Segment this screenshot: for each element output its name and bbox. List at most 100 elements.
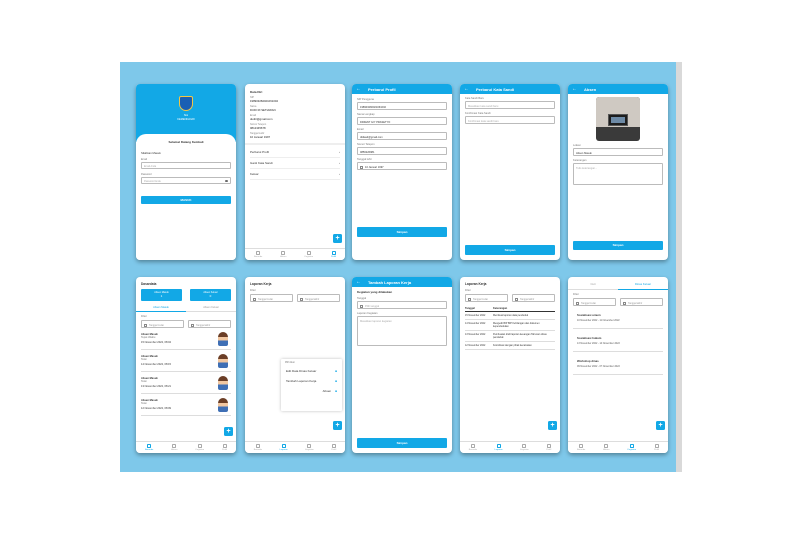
tab-dinas-keluar[interactable]: Dinas Keluar bbox=[618, 282, 668, 290]
date-to-input[interactable]: Tanggal akhir bbox=[620, 298, 663, 306]
nav-kegiatan[interactable]: Kegiatan bbox=[305, 444, 314, 451]
row-date: 15 November 2022 bbox=[465, 314, 486, 317]
calendar-icon bbox=[191, 323, 194, 327]
user-icon bbox=[331, 444, 336, 449]
list-item[interactable]: Absen Masuk Tepat Waktu 15 November 2022, … bbox=[141, 331, 231, 350]
nav-laporan[interactable]: Laporan bbox=[495, 444, 503, 451]
save-button[interactable]: Simpan bbox=[573, 241, 663, 250]
save-button[interactable]: Simpan bbox=[465, 245, 555, 255]
nav-home[interactable]: Beranda bbox=[254, 444, 262, 451]
table-row[interactable]: 13 November 2022 Pembuatan draft laporan … bbox=[465, 331, 555, 342]
nav-label: Kegiatan bbox=[195, 448, 205, 451]
date-from-input[interactable]: Tanggal mulai bbox=[465, 294, 508, 302]
add-laporan-screen: ← Tambah Laporan Kerja Kegiatan yang dila… bbox=[352, 277, 452, 453]
back-arrow-icon[interactable]: ← bbox=[356, 86, 368, 92]
password-input[interactable]: Password Anda bbox=[141, 177, 231, 184]
menu-logout[interactable]: Keluar › bbox=[250, 169, 340, 180]
phone-input[interactable]: 0856226981 bbox=[357, 147, 447, 155]
nav-profil[interactable]: Profil bbox=[546, 444, 551, 451]
add-button[interactable]: + bbox=[656, 421, 665, 430]
new-password-input[interactable]: Masukkan kata sandi baru bbox=[465, 101, 555, 109]
table-row[interactable]: 14 November 2022 Mengedit BIP BIP Kehilan… bbox=[465, 320, 555, 331]
date-input[interactable]: Pilih tanggal bbox=[357, 301, 447, 309]
back-arrow-icon[interactable]: ← bbox=[356, 279, 368, 285]
nav-kegiatan[interactable]: Kegiatan bbox=[304, 251, 313, 258]
action-add-laporan[interactable]: Tambah Laporan Kerja ■ bbox=[286, 376, 337, 386]
absen-keluar-card[interactable]: Absen Keluar 0 bbox=[190, 289, 231, 301]
home-icon bbox=[579, 444, 584, 449]
login-button[interactable]: MASUK bbox=[141, 196, 231, 204]
location-input[interactable]: Absen Masuk bbox=[573, 148, 663, 156]
table-row[interactable]: 12 November 2022 Koordinasi dengan pihak … bbox=[465, 342, 555, 350]
action-absen[interactable]: Absen ■ bbox=[286, 386, 337, 396]
nav-profil[interactable]: Profil bbox=[654, 444, 659, 451]
edit-profile-screen: ← Perbarui Profil NIP Pengguna 1989032820… bbox=[352, 84, 452, 260]
eye-icon[interactable] bbox=[225, 180, 228, 182]
save-button[interactable]: Simpan bbox=[357, 438, 447, 448]
change-password-screen: ← Perbarui Kata Sandi Kata Sandi Baru Mas… bbox=[460, 84, 560, 260]
list-item[interactable]: Absen Masuk Telat 12 November 2022, 08:09 bbox=[141, 397, 231, 416]
tab-cuti[interactable]: Cuti bbox=[568, 282, 618, 290]
nav-absen[interactable]: Absen bbox=[171, 444, 177, 451]
nav-kegiatan[interactable]: Kegiatan bbox=[195, 444, 204, 451]
tab-absen-masuk[interactable]: Absen Masuk bbox=[136, 306, 186, 312]
list-item[interactable]: Absen Masuk Telat 13 November 2022, 08:21 bbox=[141, 375, 231, 394]
login-welcome: Selamat Datang Kembali bbox=[168, 140, 204, 144]
desc-input[interactable]: Masukkan laporan kegiatan bbox=[357, 316, 447, 346]
nip-input[interactable]: 198903282021061002 bbox=[357, 102, 447, 110]
date-from-placeholder: Tanggal mulai bbox=[258, 297, 273, 301]
date-to-input[interactable]: Tanggal akhir bbox=[297, 294, 340, 302]
date-from-input[interactable]: Tanggal mulai bbox=[250, 294, 293, 302]
add-button[interactable]: + bbox=[333, 234, 342, 243]
email-label: Email bbox=[141, 158, 147, 161]
email-input[interactable]: Email Anda bbox=[141, 162, 231, 169]
note-input[interactable]: Tulis keterangan... bbox=[573, 163, 663, 185]
save-button[interactable]: Simpan bbox=[357, 227, 447, 237]
nav-kegiatan[interactable]: Kegiatan bbox=[627, 444, 636, 451]
list-item[interactable]: Workshop dinas 09 November 2022 - 07 Nove… bbox=[573, 356, 663, 375]
menu-edit-profile[interactable]: Perbarui Profil › bbox=[250, 147, 340, 158]
back-arrow-icon[interactable]: ← bbox=[572, 86, 584, 92]
date-from-input[interactable]: Tanggal mulai bbox=[573, 298, 616, 306]
list-item[interactable]: Sosialisasi hukum 13 November 2022 - 14 N… bbox=[573, 333, 663, 352]
list-item[interactable]: Absen Masuk Telat 14 November 2022, 08:15 bbox=[141, 353, 231, 372]
back-arrow-icon[interactable]: ← bbox=[464, 86, 476, 92]
bottom-nav: Beranda Absen Kegiatan Profil bbox=[568, 441, 668, 453]
date-from-input[interactable]: Tanggal mulai bbox=[141, 320, 184, 328]
nav-profil[interactable]: Profil bbox=[222, 444, 227, 451]
nav-kegiatan[interactable]: Kegiatan bbox=[520, 444, 529, 451]
date-to-input[interactable]: Tanggal akhir bbox=[188, 320, 231, 328]
add-button[interactable]: + bbox=[224, 427, 233, 436]
tab-absen-keluar[interactable]: Absen Keluar bbox=[186, 306, 236, 312]
briefcase-icon bbox=[306, 251, 311, 256]
nav-profil[interactable]: Profil bbox=[331, 251, 336, 258]
edit-icon: ■ bbox=[335, 369, 337, 373]
table-row[interactable]: 15 November 2022 Membuat laporan data pen… bbox=[465, 312, 555, 320]
nav-home[interactable]: Beranda bbox=[469, 444, 477, 451]
menu-change-password[interactable]: Ganti Kata Sandi › bbox=[250, 158, 340, 169]
absen-photo[interactable] bbox=[596, 97, 640, 141]
nav-home[interactable]: Beranda bbox=[145, 444, 153, 451]
absen-masuk-card[interactable]: Absen Masuk 1 bbox=[141, 289, 182, 301]
home-icon bbox=[256, 251, 261, 256]
nav-home[interactable]: Beranda bbox=[254, 251, 262, 258]
password-placeholder: Password Anda bbox=[144, 180, 161, 183]
add-button[interactable]: + bbox=[333, 421, 342, 430]
dinas-tabs: Cuti Dinas Keluar bbox=[568, 282, 668, 290]
home-icon bbox=[147, 444, 152, 449]
name-input[interactable]: DIDIENT GIY PRASETYO bbox=[357, 117, 447, 125]
nav-absen[interactable]: Absen bbox=[603, 444, 609, 451]
nav-laporan[interactable]: Laporan bbox=[280, 444, 288, 451]
add-button[interactable]: + bbox=[548, 421, 557, 430]
nav-home[interactable]: Beranda bbox=[577, 444, 585, 451]
action-edit-dinas[interactable]: Edit Data Dinas Keluar ■ bbox=[286, 366, 337, 376]
confirm-password-input[interactable]: Konfirmasi kata sandi baru bbox=[465, 116, 555, 124]
dob-input[interactable]: 10 Januari 1997 bbox=[357, 162, 447, 170]
dob-value: 10 Januari 1997 bbox=[250, 135, 271, 139]
list-item[interactable]: Sosialisasi umum 10 November 2022 - 11 No… bbox=[573, 310, 663, 329]
nav-absen[interactable]: Absen bbox=[280, 251, 286, 258]
date-to-input[interactable]: Tanggal akhir bbox=[512, 294, 555, 302]
briefcase-icon bbox=[307, 444, 312, 449]
email-input[interactable]: didiasd@gmail.com bbox=[357, 132, 447, 140]
nav-profil[interactable]: Profil bbox=[331, 444, 336, 451]
